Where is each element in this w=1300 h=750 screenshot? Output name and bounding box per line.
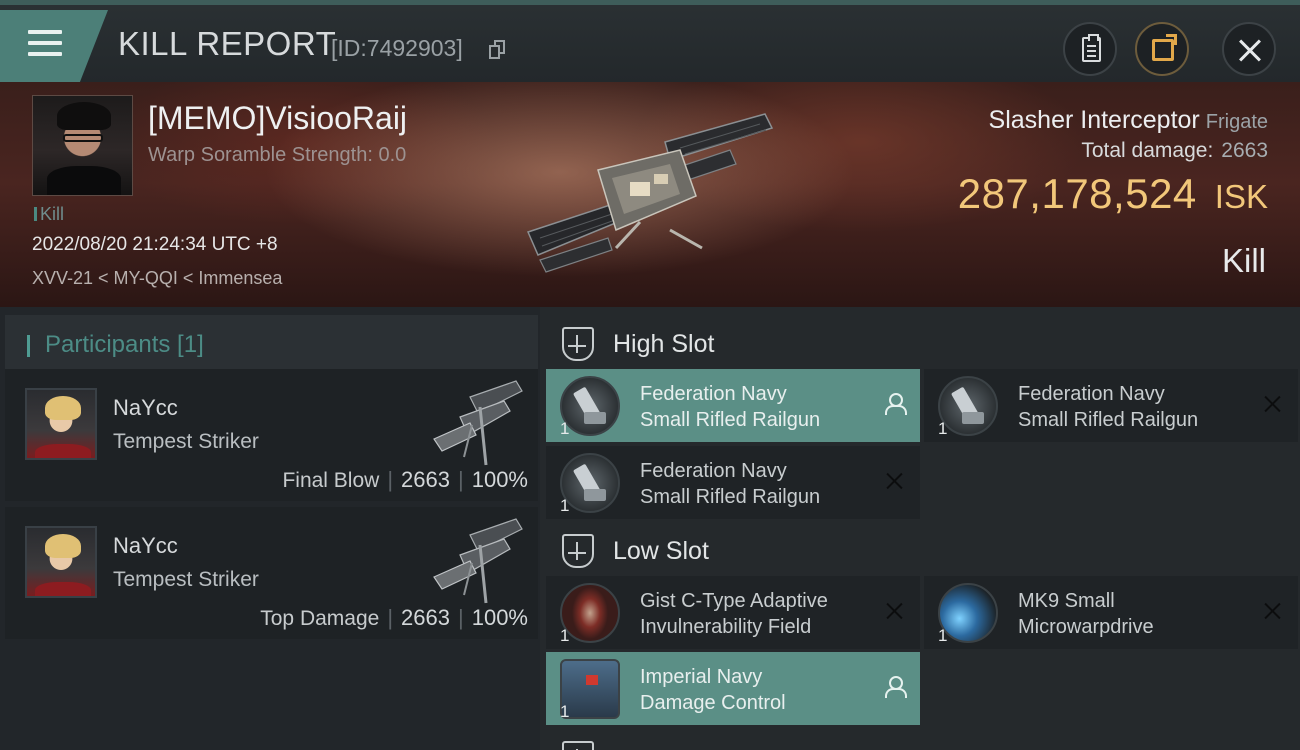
kill-tag: Kill <box>34 204 64 225</box>
module-quantity: 1 <box>938 626 948 645</box>
tempest-striker-ship-icon[interactable] <box>430 377 526 471</box>
ship-class: Frigate <box>1205 111 1268 133</box>
total-damage-label: Total damage: <box>1081 139 1214 162</box>
clipboard-icon <box>1082 34 1101 62</box>
participant-role: Final Blow <box>282 469 380 492</box>
kill-datetime: 2022/08/20 21:24:34 UTC +8 <box>32 234 278 255</box>
copy-icon[interactable] <box>489 40 506 59</box>
module-item[interactable]: 1 MK9 Small Microwarpdrive <box>924 576 1298 649</box>
module-name: Federation Navy Small Rifled Railgun <box>640 460 821 508</box>
ship-info: Slasher Interceptor Frigate <box>989 106 1268 135</box>
low-slot-title: Low Slot <box>613 537 709 565</box>
isk-value: 287,178,524 ISK <box>958 170 1268 218</box>
mid-slot-header-peek <box>540 729 1300 750</box>
kill-result: Kill <box>1221 242 1266 279</box>
module-quantity: 1 <box>560 626 570 645</box>
total-damage: Total damage: 2663 <box>1081 139 1268 163</box>
victim-name[interactable]: [MEMO]VisiooRaij <box>148 100 407 137</box>
pilot-name: NaYcc <box>113 533 178 558</box>
participant-percent: 100% <box>471 467 528 492</box>
dropped-person-icon <box>884 393 907 415</box>
module-item[interactable]: 1 Gist C-Type Adaptive Invulnerability Fi… <box>546 576 920 649</box>
participant-card[interactable]: NaYcc Tempest Striker Final Blow | 2663 | 10… <box>5 369 538 501</box>
module-item[interactable]: 1 Federation Navy Small Rifled Railgun <box>924 369 1298 442</box>
high-slot-title: High Slot <box>613 330 715 358</box>
top-bar: KILL REPORT [ID:7492903] <box>0 0 1300 82</box>
isk-amount: 287,178,524 <box>957 170 1197 217</box>
participant-role: Top Damage <box>260 607 380 630</box>
victim-ship-image[interactable] <box>520 110 780 275</box>
destroyed-x-icon <box>1262 600 1282 622</box>
mid-slot-icon <box>562 741 594 750</box>
participant-stats: Top Damage | 2663 | 100% <box>260 605 528 630</box>
kill-marker-icon <box>34 207 37 221</box>
module-name: Federation Navy Small Rifled Railgun <box>640 383 821 431</box>
destroyed-x-icon <box>884 470 904 492</box>
clipboard-button[interactable] <box>1063 22 1117 76</box>
module-quantity: 1 <box>560 702 570 721</box>
low-slot-icon <box>562 534 594 568</box>
kill-location[interactable]: XVV-21 < MY-QQI < Immensea <box>32 268 282 289</box>
fitting-panel: High Slot 1 Federation Navy Small Rifled … <box>540 307 1300 750</box>
module-quantity: 1 <box>938 419 948 438</box>
participant-damage: 2663 <box>401 605 450 630</box>
participants-header: Participants [1] <box>5 315 538 373</box>
module-quantity: 1 <box>560 496 570 515</box>
isk-unit: ISK <box>1214 178 1268 215</box>
kill-id: [ID:7492903] <box>331 35 463 61</box>
close-button[interactable] <box>1222 22 1276 76</box>
module-item[interactable]: 1 Federation Navy Small Rifled Railgun <box>546 446 920 519</box>
low-slot-header: Low Slot <box>540 519 1300 581</box>
module-quantity: 1 <box>560 419 570 438</box>
pilot-portrait[interactable] <box>25 526 97 598</box>
menu-button[interactable] <box>0 10 108 82</box>
participant-card[interactable]: NaYcc Tempest Striker Top Damage | 2663 | 10… <box>5 507 538 639</box>
participant-damage: 2663 <box>401 467 450 492</box>
pilot-ship: Tempest Striker <box>113 568 259 591</box>
pilot-name: NaYcc <box>113 395 178 420</box>
tempest-striker-ship-icon[interactable] <box>430 515 526 609</box>
participants-title: Participants [1] <box>45 331 204 358</box>
participant-stats: Final Blow | 2663 | 100% <box>282 467 528 492</box>
module-item[interactable]: 1 Federation Navy Small Rifled Railgun <box>546 369 920 442</box>
total-damage-value: 2663 <box>1221 139 1268 162</box>
victim-portrait[interactable] <box>32 95 133 196</box>
module-item[interactable]: 1 Imperial Navy Damage Control <box>546 652 920 725</box>
warp-scramble-strength: Warp Soramble Strength: 0.0 <box>148 144 407 166</box>
module-name: Federation Navy Small Rifled Railgun <box>1018 383 1199 431</box>
module-name: Gist C-Type Adaptive Invulnerability Fiel… <box>640 590 828 638</box>
page-title: KILL REPORT <box>118 25 337 62</box>
module-name: Imperial Navy Damage Control <box>640 666 786 714</box>
dropped-person-icon <box>884 676 907 698</box>
module-name: MK9 Small Microwarpdrive <box>1018 590 1154 638</box>
ship-name[interactable]: Slasher Interceptor <box>989 106 1200 134</box>
high-slot-icon <box>562 327 594 361</box>
destroyed-x-icon <box>1262 393 1282 415</box>
participant-percent: 100% <box>471 605 528 630</box>
high-slot-header: High Slot <box>540 312 1300 374</box>
pilot-portrait[interactable] <box>25 388 97 460</box>
victim-banner: [MEMO]VisiooRaij Warp Soramble Strength:… <box>0 82 1300 307</box>
destroyed-x-icon <box>884 600 904 622</box>
pilot-ship: Tempest Striker <box>113 430 259 453</box>
share-button[interactable] <box>1135 22 1189 76</box>
participants-panel: Participants [1] NaYcc Tempest Striker F… <box>0 307 540 750</box>
